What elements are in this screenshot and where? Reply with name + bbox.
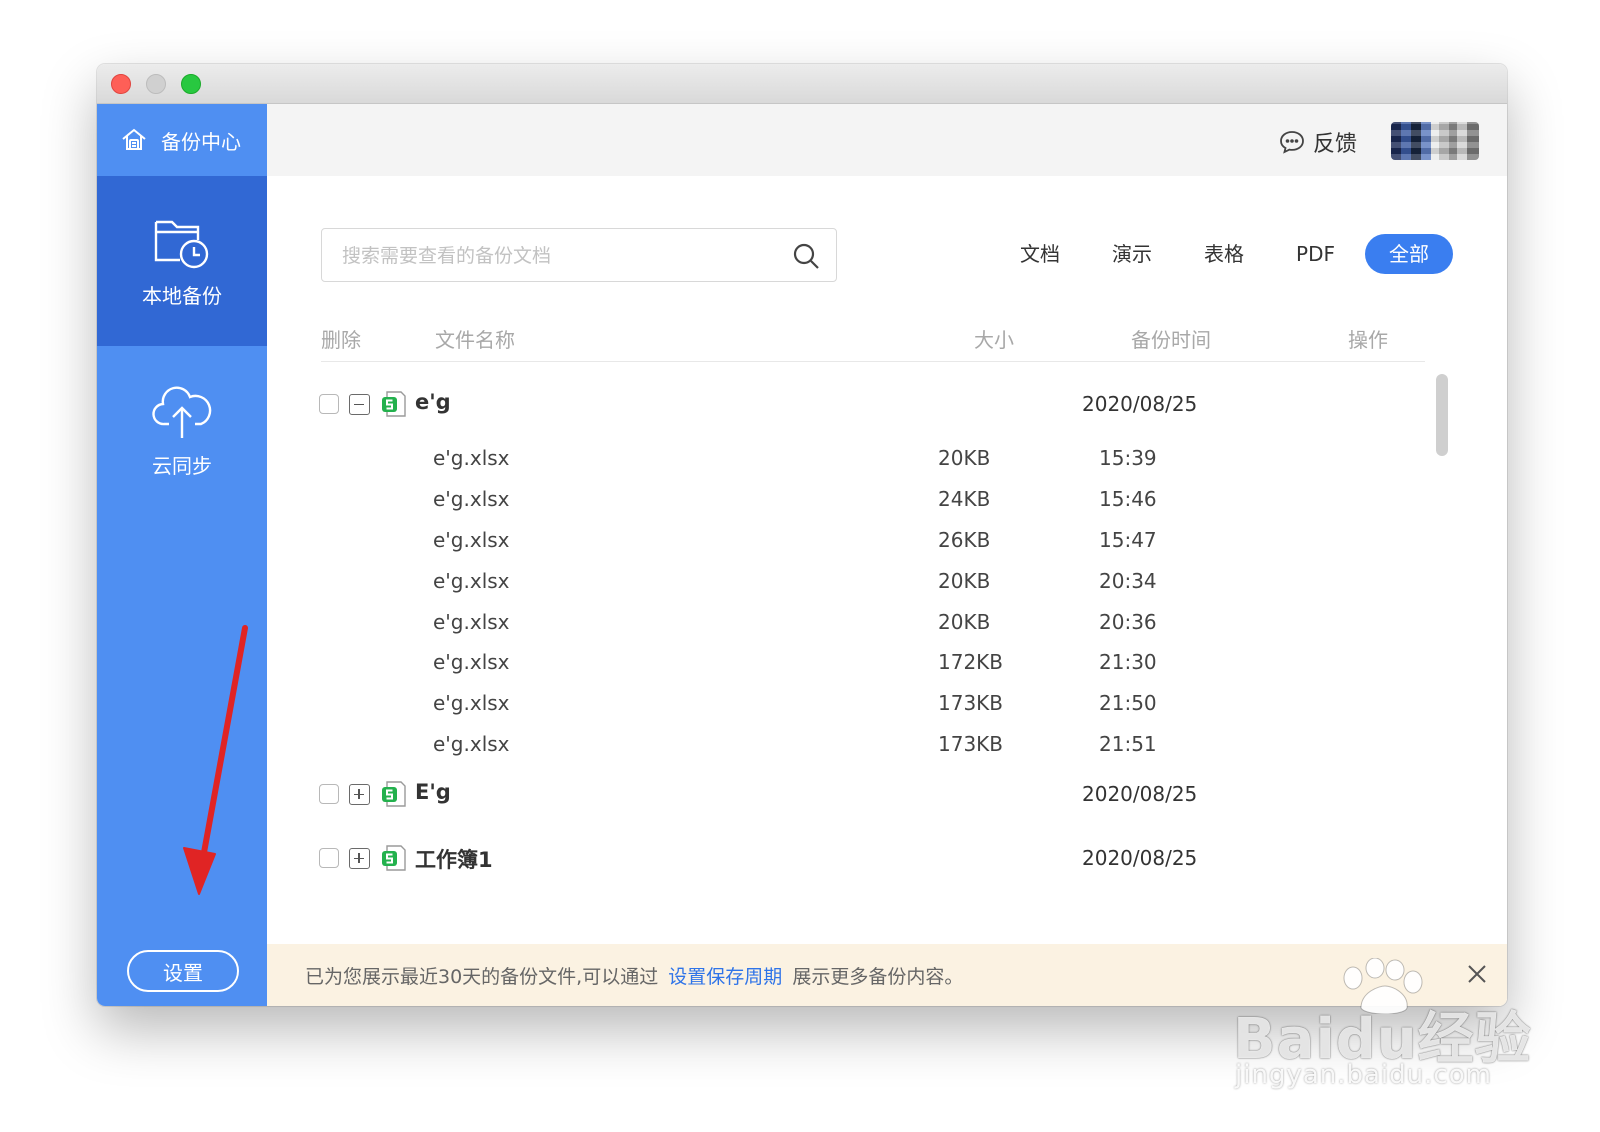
spreadsheet-file-icon <box>382 845 406 871</box>
table-row[interactable]: e'g.xlsx 20KB 15:39 <box>267 438 1447 478</box>
spreadsheet-file-icon <box>382 781 406 807</box>
app-window: 备份中心 本地备份 云同步 设置 反馈 搜索需要查看的备份文档 文档 演示 表格… <box>97 64 1507 1006</box>
filter-pdf[interactable]: PDF <box>1270 234 1361 274</box>
group-date: 2020/08/25 <box>1082 846 1198 870</box>
group-row: 工作簿1 2020/08/25 <box>267 838 1447 878</box>
feedback-button[interactable]: 反馈 <box>1279 126 1357 158</box>
folder-clock-icon <box>154 220 209 268</box>
avatar[interactable] <box>1391 122 1479 160</box>
file-name: e'g.xlsx <box>433 569 510 593</box>
file-size: 26KB <box>938 528 991 552</box>
notice-text: 已为您展示最近30天的备份文件,可以通过 设置保存周期 展示更多备份内容。 <box>305 962 963 989</box>
file-name: e'g.xlsx <box>433 650 510 674</box>
table-row[interactable]: e'g.xlsx 24KB 15:46 <box>267 479 1447 519</box>
main-content: 反馈 文档 演示 表格 PDF 全部 删除 文件名称 大小 备份时间 操作 <box>267 104 1507 1006</box>
sidebar-item-cloud-sync[interactable]: 云同步 <box>97 346 267 516</box>
search-input[interactable] <box>342 241 772 271</box>
file-size: 20KB <box>938 446 991 470</box>
backup-time: 15:47 <box>1099 528 1157 552</box>
backup-time: 15:39 <box>1099 446 1157 470</box>
search-icon[interactable] <box>792 242 820 270</box>
backup-time: 20:34 <box>1099 569 1157 593</box>
file-name: e'g.xlsx <box>433 487 510 511</box>
settings-button[interactable]: 设置 <box>127 950 239 992</box>
baidu-watermark: Baidu经验 jingyan.baidu.com <box>1233 958 1533 1094</box>
filter-document[interactable]: 文档 <box>994 234 1086 274</box>
top-bar: 反馈 <box>267 104 1507 176</box>
file-name: e'g.xlsx <box>433 732 510 756</box>
vertical-scrollbar[interactable] <box>1436 374 1448 456</box>
table-header: 删除 文件名称 大小 备份时间 操作 <box>321 314 1425 362</box>
brand: 备份中心 <box>97 104 267 176</box>
sidebar-item-local-backup[interactable]: 本地备份 <box>97 176 267 346</box>
notice-suffix: 展示更多备份内容。 <box>792 966 964 988</box>
retention-settings-link[interactable]: 设置保存周期 <box>668 966 782 988</box>
file-size: 173KB <box>938 732 1004 756</box>
table-row[interactable]: e'g.xlsx 172KB 21:30 <box>267 642 1447 682</box>
column-size: 大小 <box>974 328 1014 352</box>
group-date: 2020/08/25 <box>1082 392 1198 416</box>
backup-time: 20:36 <box>1099 610 1157 634</box>
file-name: e'g.xlsx <box>433 528 510 552</box>
column-backup-time: 备份时间 <box>1131 328 1211 352</box>
spreadsheet-file-icon <box>382 391 406 417</box>
maximize-window-button[interactable] <box>181 74 201 94</box>
search-box <box>321 228 837 282</box>
backup-time: 21:51 <box>1099 732 1157 756</box>
group-checkbox[interactable] <box>319 784 339 804</box>
cloud-upload-icon <box>152 386 212 438</box>
backup-center-icon <box>122 128 146 150</box>
sidebar-item-label: 本地备份 <box>142 283 222 308</box>
backup-time: 21:50 <box>1099 691 1157 715</box>
title-bar <box>97 64 1507 104</box>
file-name: e'g.xlsx <box>433 691 510 715</box>
group-date: 2020/08/25 <box>1082 782 1198 806</box>
filter-presentation[interactable]: 演示 <box>1086 234 1178 274</box>
chat-bubble-icon <box>1280 131 1304 154</box>
watermark-sub: jingyan.baidu.com <box>1235 1060 1492 1090</box>
group-row: E'g 2020/08/25 <box>267 774 1447 814</box>
column-delete: 删除 <box>321 328 361 352</box>
table-row[interactable]: e'g.xlsx 26KB 15:47 <box>267 520 1447 560</box>
group-checkbox[interactable] <box>319 394 339 414</box>
notice-prefix: 已为您展示最近30天的备份文件,可以通过 <box>305 966 659 988</box>
table-row[interactable]: e'g.xlsx 20KB 20:36 <box>267 602 1447 642</box>
file-size: 173KB <box>938 691 1004 715</box>
close-window-button[interactable] <box>111 74 131 94</box>
filter-all[interactable]: 全部 <box>1365 234 1453 274</box>
collapse-toggle[interactable] <box>349 394 370 415</box>
brand-title: 备份中心 <box>161 129 241 154</box>
backup-time: 21:30 <box>1099 650 1157 674</box>
expand-toggle[interactable] <box>349 848 370 869</box>
file-size: 20KB <box>938 610 991 634</box>
file-size: 172KB <box>938 650 1004 674</box>
file-size: 24KB <box>938 487 991 511</box>
minimize-window-button[interactable] <box>146 74 166 94</box>
filter-tabs: 文档 演示 表格 PDF 全部 <box>994 234 1453 274</box>
feedback-label: 反馈 <box>1312 132 1357 157</box>
table-row[interactable]: e'g.xlsx 173KB 21:51 <box>267 724 1447 764</box>
filter-spreadsheet[interactable]: 表格 <box>1178 234 1270 274</box>
table-row[interactable]: e'g.xlsx 20KB 20:34 <box>267 561 1447 601</box>
group-name: 工作簿1 <box>415 848 493 872</box>
backup-time: 15:46 <box>1099 487 1157 511</box>
column-actions: 操作 <box>1348 328 1388 352</box>
column-file-name: 文件名称 <box>435 328 515 352</box>
group-name: e'g <box>415 390 451 414</box>
group-row: e'g 2020/08/25 <box>267 384 1447 424</box>
table-row[interactable]: e'g.xlsx 173KB 21:50 <box>267 683 1447 723</box>
file-name: e'g.xlsx <box>433 446 510 470</box>
file-name: e'g.xlsx <box>433 610 510 634</box>
sidebar-item-label: 云同步 <box>152 453 212 478</box>
group-checkbox[interactable] <box>319 848 339 868</box>
sidebar: 备份中心 本地备份 云同步 设置 <box>97 104 267 1006</box>
file-size: 20KB <box>938 569 991 593</box>
expand-toggle[interactable] <box>349 784 370 805</box>
group-name: E'g <box>415 780 451 804</box>
